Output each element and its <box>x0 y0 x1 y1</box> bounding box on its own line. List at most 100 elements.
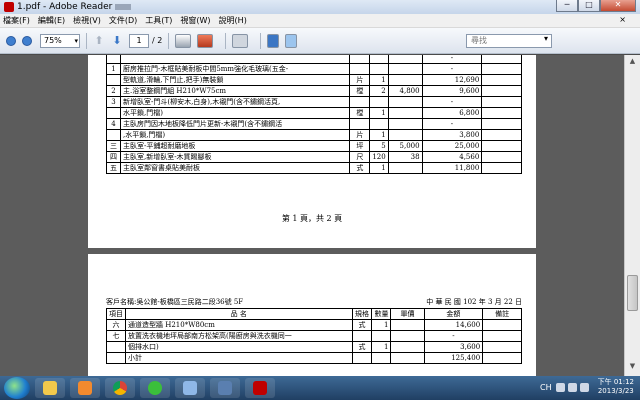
print-icon[interactable] <box>175 33 192 48</box>
menu-window[interactable]: 視窗(W) <box>180 15 210 26</box>
row-note <box>482 352 522 364</box>
table-row: 1 廚房推拉門-木框貼美耐板中間5mm強化毛玻璃(五金- - <box>106 63 522 75</box>
volume-icon[interactable] <box>579 382 589 392</box>
header-qty: 數量 <box>371 308 392 320</box>
row-note <box>481 85 522 97</box>
row-note <box>482 330 522 342</box>
row-description <box>119 55 351 64</box>
taskbar-chrome[interactable] <box>105 378 135 398</box>
row-quantity: 1 <box>371 319 392 331</box>
folder-icon <box>43 381 57 395</box>
table-row: - <box>106 55 522 64</box>
row-quantity <box>369 63 389 75</box>
row-amount: - <box>423 330 484 342</box>
row-note <box>481 107 522 119</box>
clock[interactable]: 下午 01:12 2013/3/23 <box>598 378 634 396</box>
adobe-reader-icon <box>253 381 267 395</box>
header-item: 項目 <box>106 308 126 320</box>
toolbar-divider <box>86 32 87 49</box>
row-unit: 式 <box>349 162 371 174</box>
menu-edit[interactable]: 編輯(E) <box>38 15 65 26</box>
menu-help[interactable]: 說明(H) <box>219 15 247 26</box>
system-tray: CH 下午 01:12 2013/3/23 <box>540 378 634 396</box>
blurred-title-suffix <box>115 4 132 10</box>
toolbar-divider <box>168 32 170 49</box>
tray-icon[interactable] <box>555 382 565 392</box>
row-description: 型軌道,滑輪,下門止,把手)無裝鎖 <box>119 74 351 86</box>
title-bar: 1.pdf - Adobe Reader ─ □ ✕ <box>0 0 640 14</box>
menu-document[interactable]: 文件(D) <box>109 15 137 26</box>
taskbar-line[interactable] <box>140 378 170 398</box>
row-unit-price <box>387 96 423 108</box>
row-amount: 14,600 <box>423 319 484 331</box>
row-unit-price <box>387 129 423 141</box>
row-description: 主臥室鄰窗書桌貼美耐板 <box>119 162 351 174</box>
menu-tools[interactable]: 工具(T) <box>145 15 172 26</box>
minimize-button[interactable]: ─ <box>556 0 578 12</box>
close-button[interactable]: ✕ <box>600 0 636 12</box>
row-quantity: 1 <box>369 162 389 174</box>
header-amount: 金額 <box>423 308 484 320</box>
quote-table-page-2: 項目 品 名 規格 數量 單價 金額 備註 六通道造型牆 H210*W80cm 式… <box>106 308 522 364</box>
zoom-level-select[interactable]: 75% <box>40 33 80 48</box>
scroll-thumb[interactable] <box>627 275 638 311</box>
toolbar-divider <box>225 32 227 49</box>
sign-icon[interactable] <box>232 33 249 48</box>
start-button[interactable] <box>4 377 30 399</box>
window-title: 1.pdf - Adobe Reader <box>17 2 113 12</box>
row-quantity <box>369 55 389 64</box>
row-quantity: 1 <box>369 74 389 86</box>
document-close-icon[interactable]: × <box>619 15 626 24</box>
page-number-input[interactable]: 1 <box>129 33 149 48</box>
row-item: 六 <box>106 319 126 331</box>
input-language[interactable]: CH <box>540 383 552 392</box>
maximize-button[interactable]: □ <box>578 0 600 12</box>
table-row: 小計 125,400 <box>106 352 522 364</box>
scroll-down-icon[interactable]: ▼ <box>627 362 638 374</box>
taskbar-explorer[interactable] <box>35 378 65 398</box>
taskbar-media-player[interactable] <box>70 378 100 398</box>
document-viewport[interactable]: -1 廚房推拉門-木框貼美耐板中間5mm強化毛玻璃(五金- - 型軌道,滑輪,下門止,… <box>0 55 624 376</box>
next-page-icon[interactable]: ⬇ <box>111 34 123 47</box>
vertical-scrollbar[interactable]: ▲ ▼ <box>624 55 640 376</box>
chrome-icon <box>113 381 127 395</box>
customer-name: 客戶名稱:吳公館-板橋區三民路二段36號 5F <box>106 298 244 306</box>
windows-taskbar: CH 下午 01:12 2013/3/23 <box>0 376 640 400</box>
fit-page-icon[interactable] <box>285 33 298 48</box>
row-item <box>106 55 121 64</box>
row-item <box>106 352 126 364</box>
search-input[interactable]: 尋找 <box>466 34 552 48</box>
row-unit-price <box>387 118 423 130</box>
previous-page-icon[interactable]: ⬆ <box>93 34 105 47</box>
table-row: 型軌道,滑輪,下門止,把手)無裝鎖片 1 12,690 <box>106 74 522 86</box>
line-icon <box>148 381 162 395</box>
pdf-page-1: -1 廚房推拉門-木框貼美耐板中間5mm強化毛玻璃(五金- - 型軌道,滑輪,下門止,… <box>88 55 536 248</box>
row-unit: 式 <box>351 319 373 331</box>
search-dropdown-icon[interactable]: ▾ <box>544 34 548 43</box>
taskbar-adobe-reader[interactable] <box>245 378 275 398</box>
tray-icon[interactable] <box>567 382 577 392</box>
taskbar-network[interactable] <box>210 378 240 398</box>
scroll-up-icon[interactable]: ▲ <box>627 57 638 69</box>
row-unit: 片 <box>349 129 371 141</box>
row-item: 三 <box>106 140 121 152</box>
taskbar-app[interactable] <box>175 378 205 398</box>
share-icon[interactable] <box>197 33 214 48</box>
menu-file[interactable]: 檔案(F) <box>3 15 30 26</box>
zoom-in-icon[interactable] <box>22 35 32 46</box>
clock-time: 下午 01:12 <box>597 378 634 386</box>
table-row: 2 主.浴室整鋼門組 H210*W75cm 樘 2 4,800 9,600 <box>106 85 522 97</box>
row-item <box>106 129 121 141</box>
save-icon[interactable] <box>267 33 280 48</box>
row-unit: 樘 <box>349 107 371 119</box>
row-amount: 125,400 <box>423 352 484 364</box>
row-quantity: 2 <box>369 85 389 97</box>
row-description: 通道造型牆 H210*W80cm <box>125 319 353 331</box>
menu-view[interactable]: 檢視(V) <box>73 15 101 26</box>
row-amount: 4,560 <box>421 151 483 163</box>
row-amount: - <box>421 63 483 75</box>
row-item <box>106 341 126 353</box>
row-quantity: 120 <box>369 151 389 163</box>
zoom-out-icon[interactable] <box>6 35 16 46</box>
row-description: 主臥室-平鋪超耐磨地板 <box>119 140 351 152</box>
